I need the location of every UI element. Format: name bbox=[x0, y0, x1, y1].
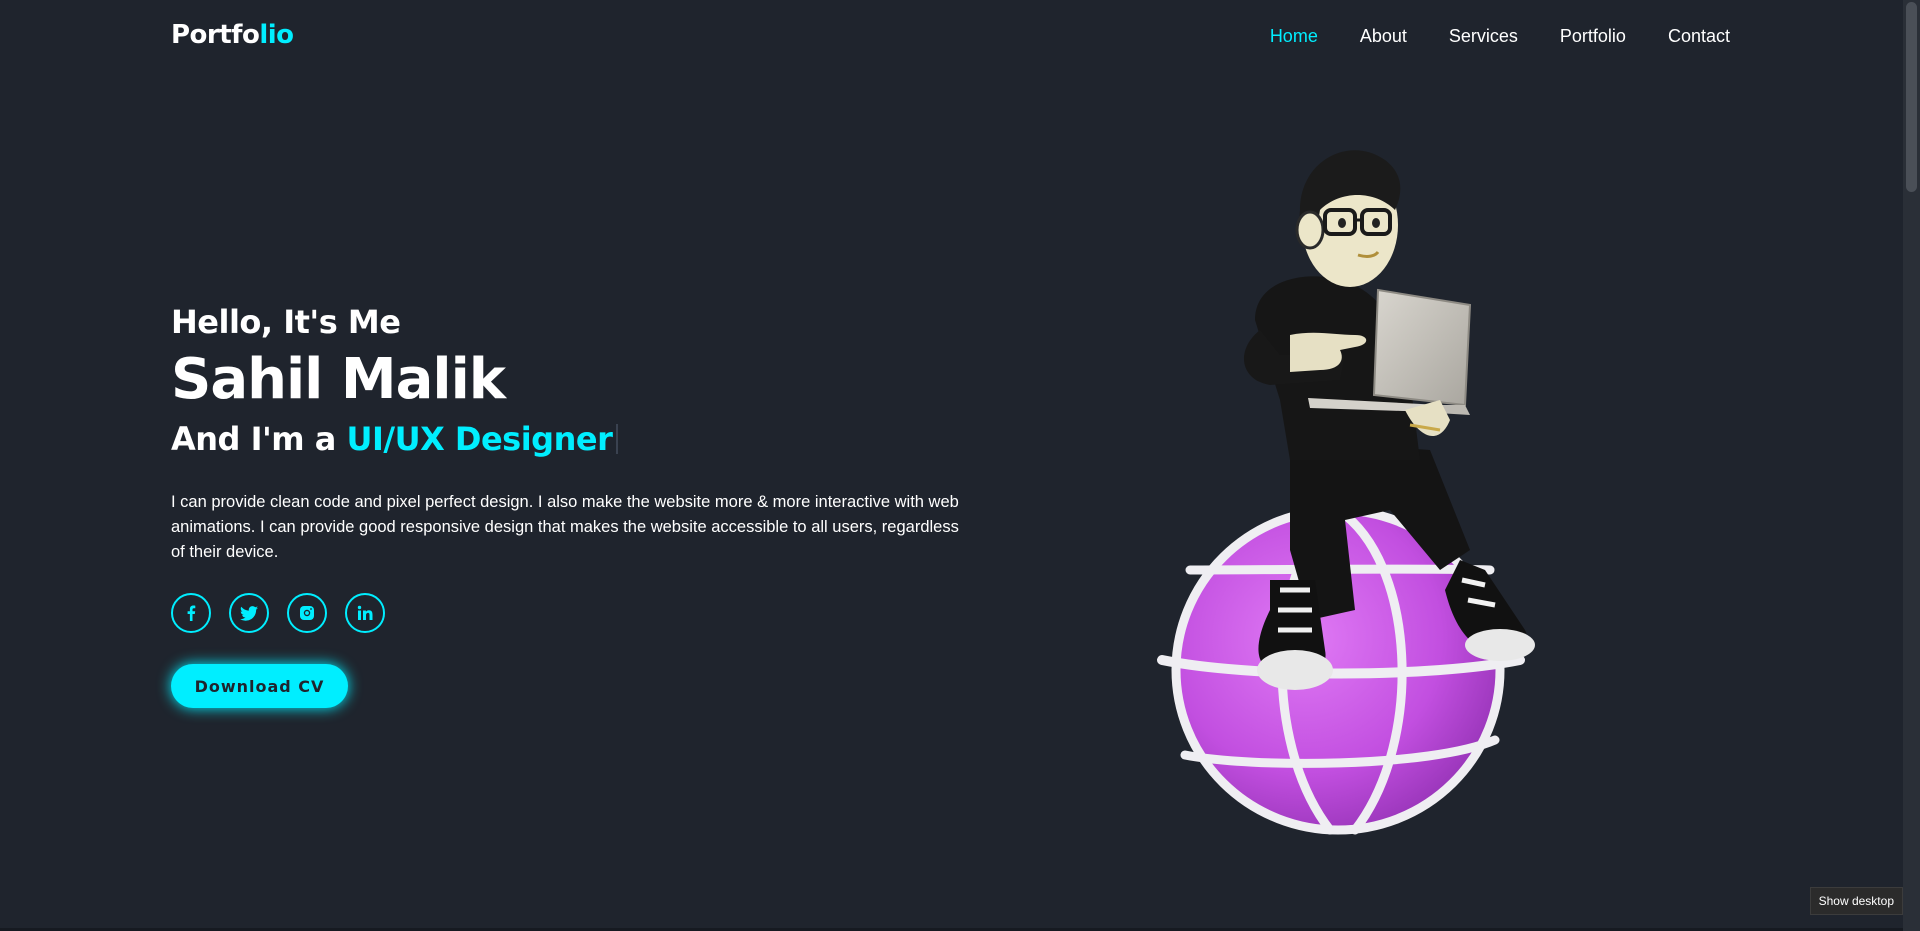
vertical-scrollbar[interactable] bbox=[1903, 0, 1920, 931]
role-prefix: And I'm a bbox=[171, 420, 347, 458]
main-nav: Home About Services Portfolio Contact bbox=[1270, 26, 1730, 47]
role-accent: UI/UX Designer bbox=[346, 420, 613, 458]
instagram-link[interactable] bbox=[287, 593, 327, 633]
download-cv-button[interactable]: Download CV bbox=[171, 664, 348, 708]
site-header: Portfolio Home About Services Portfolio … bbox=[0, 0, 1903, 76]
role-heading: And I'm a UI/UX Designer bbox=[171, 414, 971, 464]
scrollbar-thumb[interactable] bbox=[1906, 2, 1917, 192]
logo-accent-text: lio bbox=[259, 20, 294, 50]
name-heading: Sahil Malik bbox=[171, 347, 506, 412]
greeting-heading: Hello, It's Me bbox=[171, 303, 401, 341]
nav-about[interactable]: About bbox=[1360, 26, 1407, 47]
portfolio-page: Portfolio Home About Services Portfolio … bbox=[0, 0, 1920, 931]
twitter-link[interactable] bbox=[229, 593, 269, 633]
show-desktop-tooltip: Show desktop bbox=[1809, 887, 1903, 915]
hero-section: Hello, It's Me Sahil Malik And I'm a UI/… bbox=[171, 298, 971, 565]
facebook-icon bbox=[187, 605, 196, 621]
nav-portfolio[interactable]: Portfolio bbox=[1560, 26, 1626, 47]
hero-description: I can provide clean code and pixel perfe… bbox=[171, 493, 959, 561]
facebook-link[interactable] bbox=[171, 593, 211, 633]
linkedin-link[interactable] bbox=[345, 593, 385, 633]
social-links bbox=[171, 593, 385, 633]
nav-home[interactable]: Home bbox=[1270, 26, 1318, 47]
logo[interactable]: Portfolio bbox=[171, 20, 294, 50]
typing-cursor bbox=[616, 424, 619, 454]
logo-text: Portfo bbox=[171, 20, 260, 50]
instagram-icon bbox=[300, 606, 314, 620]
twitter-icon bbox=[240, 605, 258, 621]
linkedin-icon bbox=[357, 605, 373, 620]
nav-services[interactable]: Services bbox=[1449, 26, 1518, 47]
nav-contact[interactable]: Contact bbox=[1668, 26, 1730, 47]
character-on-globe-illustration bbox=[1157, 150, 1535, 835]
